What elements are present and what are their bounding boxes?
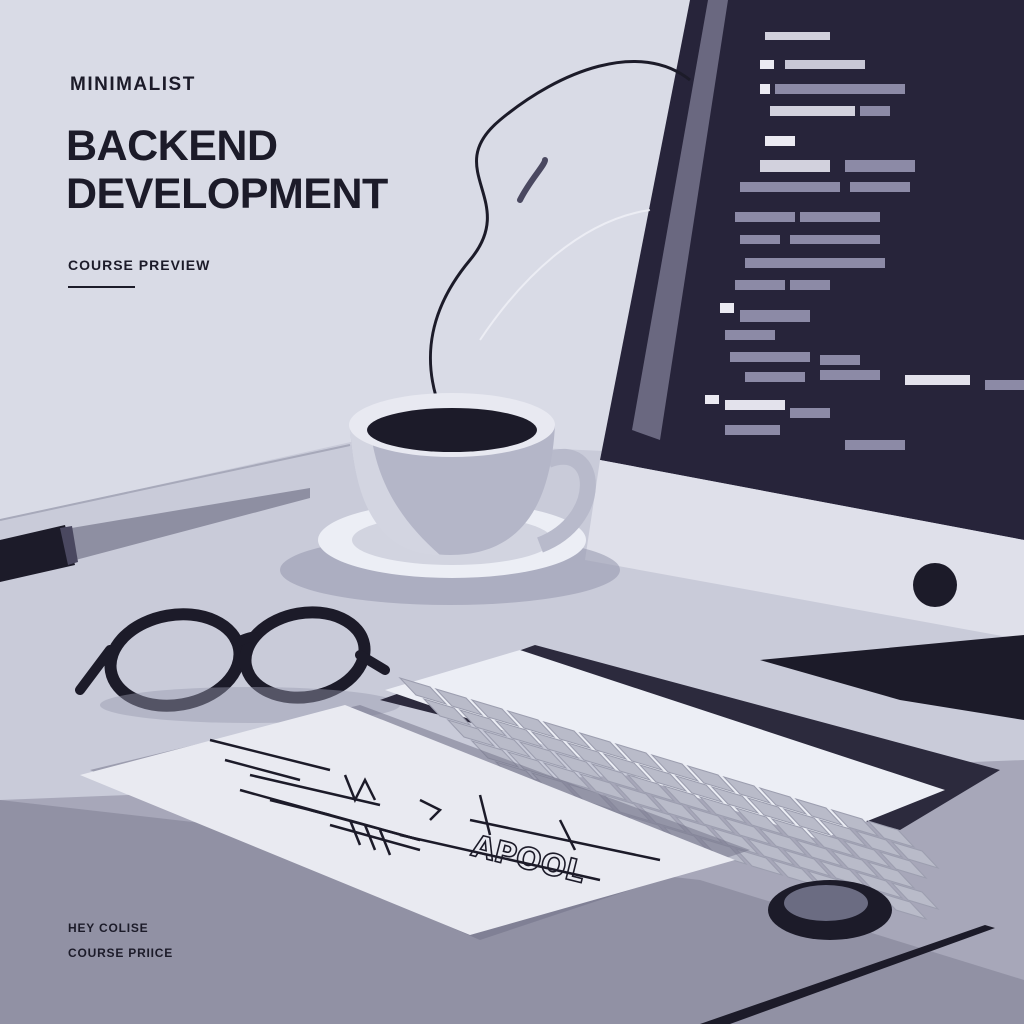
divider [68,286,135,288]
footer-line-1: HEY COLISE [68,921,149,935]
subtitle: COURSE PREVIEW [68,257,211,273]
title-line-2: DEVELOPMENT [66,170,388,218]
eyebrow-label: MINIMALIST [70,74,196,95]
page-title: BACKEND DEVELOPMENT [66,122,388,218]
title-line-1: BACKEND [66,122,278,170]
footer-line-2: COURSE PRIICE [68,946,174,960]
ring-icon [768,880,892,940]
